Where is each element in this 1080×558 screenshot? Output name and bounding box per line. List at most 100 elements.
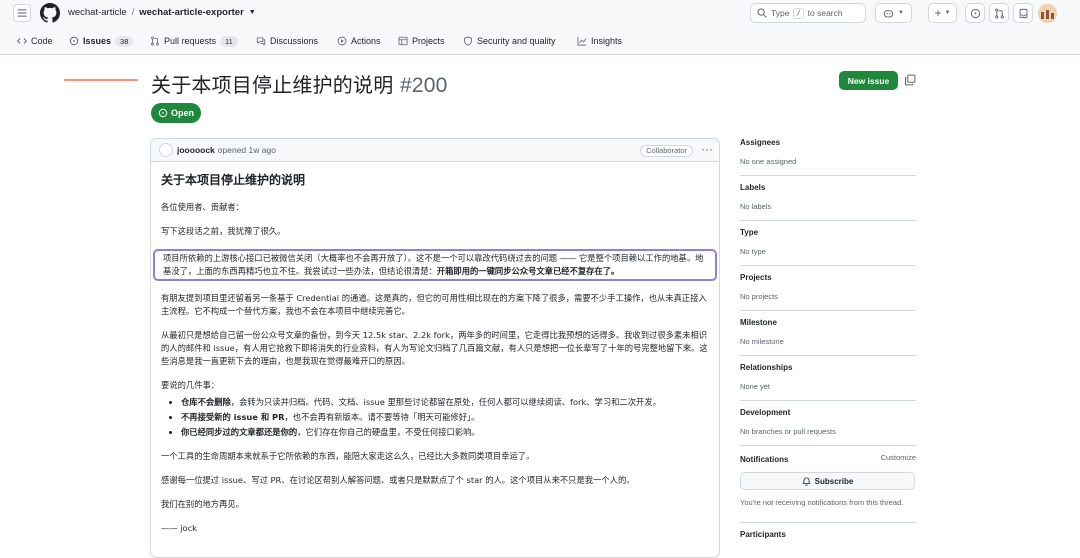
- kebab-horizontal-icon[interactable]: ···: [701, 142, 713, 156]
- comment-paragraph: 一个工具的生命周期本来就系于它所依赖的东西，能陪大家走这么久，已经比大多数同类项…: [161, 451, 535, 461]
- tab-label: Issues: [83, 36, 112, 46]
- search-placeholder-suffix: to search: [807, 8, 843, 18]
- divider: [740, 310, 916, 311]
- customize-link[interactable]: Customize: [881, 453, 916, 462]
- avatar-image: [1038, 4, 1057, 23]
- bullet-list: 仓库不会删除，会转为只读并归档。代码、文档、issue 里那些讨论都留在原处，任…: [181, 396, 709, 439]
- tab-label: Security and quality: [477, 36, 556, 46]
- list-item-bold: 你已经同步过的文章都还是你的: [181, 427, 298, 437]
- notification-status-text: You're not receiving notifications from …: [740, 498, 904, 507]
- pull-request-icon: [151, 36, 159, 46]
- comment-body: 关于本项目停止维护的说明 各位使用者、贡献者： 写下这段话之前，我犹豫了很久。 …: [151, 174, 719, 535]
- comment-paragraph: 各位使用者、贡献者：: [161, 202, 244, 212]
- sidebar-type[interactable]: Type No type: [740, 228, 916, 256]
- sidebar-section-value: No milestone: [740, 337, 784, 346]
- sidebar-section-title: Development: [740, 408, 791, 417]
- divider: [740, 355, 916, 356]
- sidebar-section-value: No projects: [740, 292, 778, 301]
- issue-state-label: Open: [170, 108, 194, 118]
- tab-label: Actions: [351, 36, 381, 46]
- tab-actions[interactable]: Actions: [337, 27, 381, 55]
- chevron-down-icon[interactable]: ▼: [249, 9, 256, 16]
- issue-opened-icon: [970, 8, 980, 18]
- list-item-text: ，它们存在你自己的硬盘里，不受任何接口影响。: [297, 427, 480, 437]
- sidebar-section-title: Assignees: [740, 138, 781, 147]
- tab-label: Discussions: [270, 36, 319, 46]
- tab-code[interactable]: Code: [17, 27, 53, 55]
- sidebar-section-title: Projects: [740, 273, 772, 282]
- repo-name-link[interactable]: wechat-article-exporter: [139, 7, 244, 18]
- chevron-down-icon: ▼: [898, 10, 904, 16]
- divider: [740, 445, 916, 446]
- list-item: 不再接受新的 issue 和 PR，也不会再有新版本。请不要等待「明天可能修好」…: [181, 411, 709, 424]
- sidebar-section-title: Type: [740, 228, 759, 237]
- code-icon: [17, 38, 27, 44]
- global-header: wechat-article / wechat-article-exporter…: [0, 0, 1080, 27]
- sidebar-section-value: No branches or pull requests: [740, 427, 836, 436]
- subscribe-button[interactable]: Subscribe: [740, 472, 915, 490]
- bell-icon: [802, 476, 811, 486]
- divider: [740, 522, 916, 523]
- sidebar-section-value: None yet: [740, 382, 771, 391]
- divider: [740, 400, 916, 401]
- list-item: 你已经同步过的文章都还是你的，它们存在你自己的硬盘里，不受任何接口影响。: [181, 426, 709, 439]
- git-pull-request-icon: [994, 8, 1004, 18]
- menu-button[interactable]: [13, 4, 31, 22]
- issues-button[interactable]: [965, 3, 985, 23]
- tab-insights[interactable]: Insights: [577, 27, 622, 55]
- sidebar-projects[interactable]: Projects No projects: [740, 273, 916, 301]
- comment-paragraph: 我们在别的地方再见。: [161, 499, 244, 509]
- copilot-button[interactable]: ▼: [875, 3, 912, 23]
- search-icon: [757, 8, 767, 18]
- comment-paragraph: 写下这段话之前，我犹豫了很久。: [161, 226, 286, 236]
- collaborator-badge: Collaborator: [640, 145, 693, 157]
- issue-opened-icon: [158, 108, 168, 118]
- tab-projects[interactable]: Projects: [398, 27, 445, 55]
- list-item-text: ，也不会再有新版本。请不要等待「明天可能修好」。: [284, 412, 480, 422]
- subscribe-label: Subscribe: [814, 476, 854, 486]
- comment-paragraph: 有朋友提到项目里还留着另一条基于 Credential 的通道。这是真的，但它的…: [161, 293, 707, 316]
- divider: [740, 220, 916, 221]
- tab-label: Projects: [412, 36, 445, 46]
- issue-comment: jooooock opened 1w ago Collaborator ··· …: [150, 138, 720, 558]
- sidebar-section-title: Labels: [740, 183, 766, 192]
- sidebar-milestone[interactable]: Milestone No milestone: [740, 318, 916, 346]
- search-input[interactable]: Type / to search: [750, 3, 866, 23]
- new-issue-button[interactable]: New issue: [839, 71, 898, 90]
- pull-requests-button[interactable]: [989, 3, 1009, 23]
- sidebar-assignees[interactable]: Assignees No one assigned: [740, 138, 916, 166]
- user-avatar[interactable]: [1038, 4, 1057, 23]
- repo-owner-link[interactable]: wechat-article: [68, 7, 127, 18]
- pull-requests-count-badge: 11: [220, 35, 238, 47]
- tab-discussions[interactable]: Discussions: [256, 27, 318, 55]
- comment-paragraph: 感谢每一位提过 issue、写过 PR、在讨论区帮别人解答问题、或者只是默默点了…: [161, 475, 635, 485]
- play-icon: [337, 36, 347, 46]
- sidebar-section-value: No type: [740, 247, 766, 256]
- issue-number: #200: [399, 74, 448, 97]
- copy-link-icon[interactable]: [904, 74, 916, 86]
- author-avatar[interactable]: [159, 143, 173, 157]
- issue-title-text: 关于本项目停止维护的说明: [151, 73, 394, 97]
- github-logo-icon[interactable]: [40, 3, 60, 23]
- hamburger-icon: [17, 9, 27, 17]
- tab-pull-requests[interactable]: Pull requests 11: [150, 27, 238, 55]
- comment-author[interactable]: jooooock: [177, 145, 215, 155]
- breadcrumb: wechat-article / wechat-article-exporter…: [68, 7, 256, 18]
- tab-issues[interactable]: Issues 38: [69, 27, 134, 55]
- inbox-button[interactable]: [1013, 3, 1033, 23]
- sidebar-labels[interactable]: Labels No labels: [740, 183, 916, 211]
- tab-security[interactable]: Security and quality: [463, 27, 556, 55]
- comment-header: jooooock opened 1w ago Collaborator ···: [151, 139, 719, 162]
- list-item: 仓库不会删除，会转为只读并归档。代码、文档、issue 里那些讨论都留在原处，任…: [181, 396, 709, 409]
- shield-icon: [464, 36, 472, 46]
- tab-label: Pull requests: [164, 36, 217, 46]
- inbox-icon: [1019, 8, 1027, 18]
- plus-icon: +: [934, 6, 942, 20]
- sidebar-relationships[interactable]: Relationships None yet: [740, 363, 916, 391]
- sidebar-development[interactable]: Development No branches or pull requests: [740, 408, 916, 436]
- selected-tab-indicator: [64, 79, 138, 81]
- list-item-text: ，会转为只读并归档。代码、文档、issue 里那些讨论都留在原处，任何人都可以继…: [230, 397, 661, 407]
- paragraph-text: 项目所依赖的上游核心接口已被微信关闭（大概率也不会再开放了）。这不是一个可以靠改…: [163, 253, 704, 276]
- comment-signature: —— jock: [161, 523, 197, 533]
- create-new-button[interactable]: + ▼: [928, 3, 957, 23]
